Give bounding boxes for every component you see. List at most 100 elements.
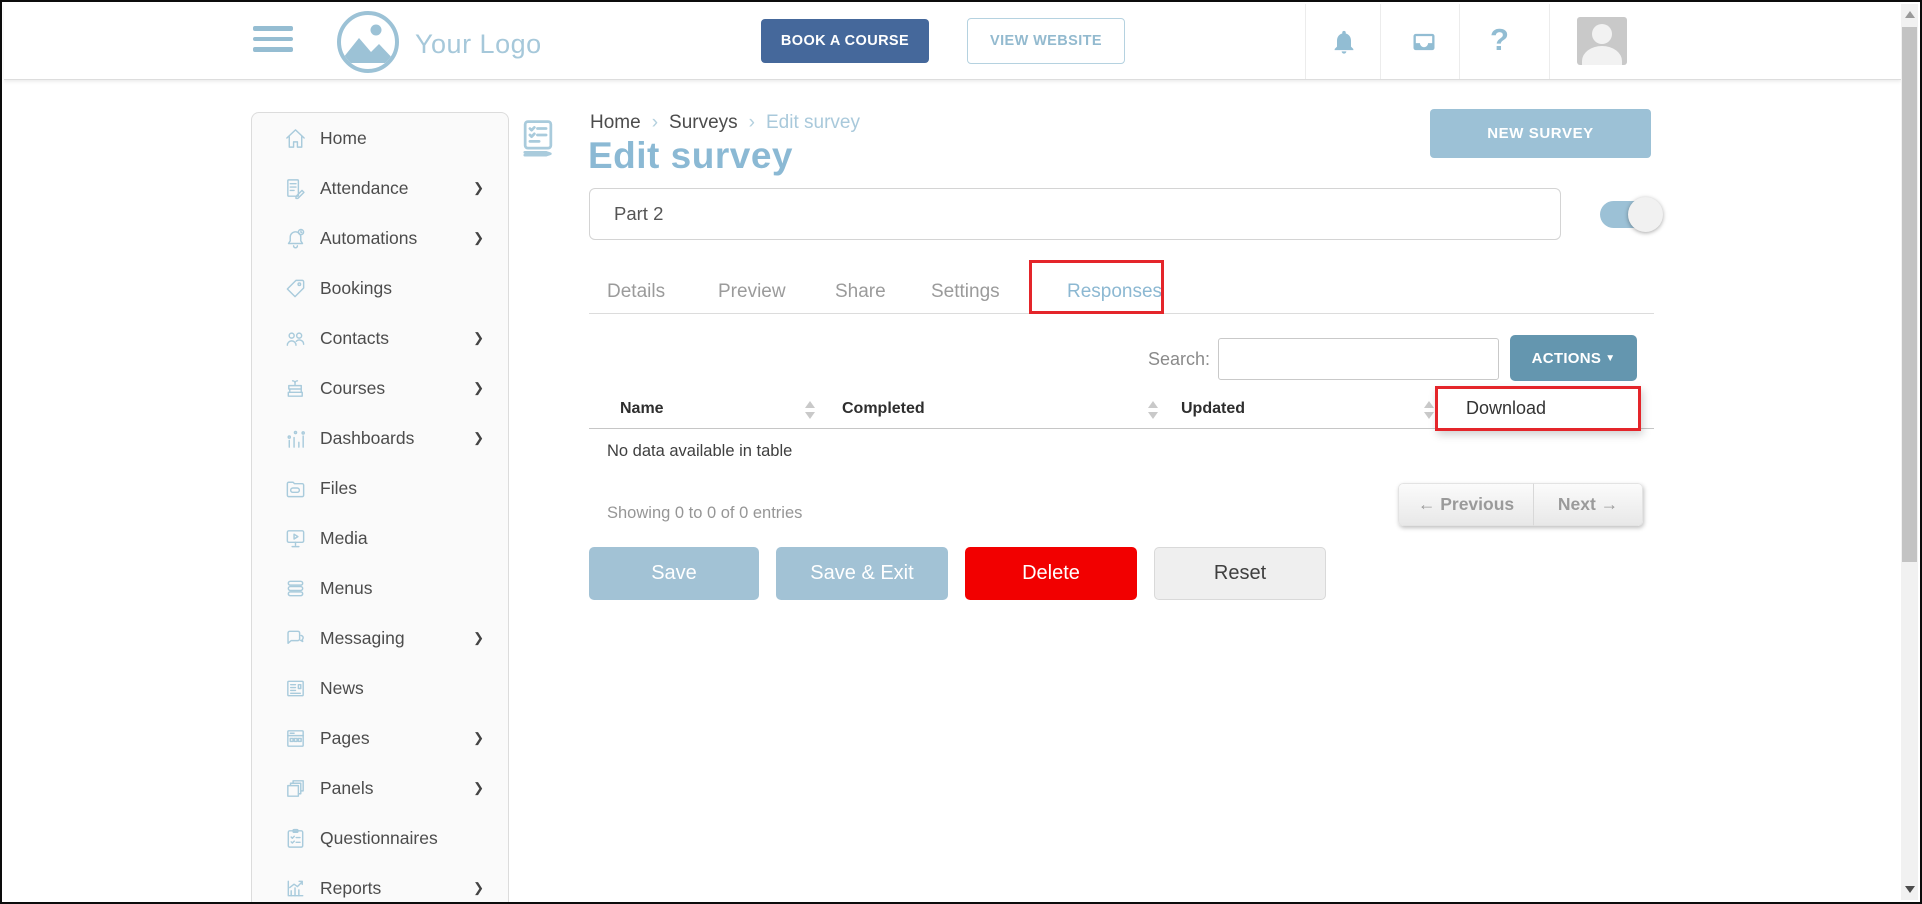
top-header: Your Logo BOOK A COURSE VIEW WEBSITE ? xyxy=(4,4,1901,80)
news-icon xyxy=(284,677,307,700)
sidebar-item-news[interactable]: News xyxy=(252,663,508,713)
breadcrumb-current: Edit survey xyxy=(766,112,860,134)
sidebar-nav: Home Attendance ❯ Automations ❯ Bookings… xyxy=(251,112,509,904)
contacts-icon xyxy=(284,327,307,350)
breadcrumb-separator-icon: › xyxy=(749,112,755,134)
chevron-right-icon: ❯ xyxy=(473,380,484,396)
search-input[interactable] xyxy=(1218,338,1499,380)
sidebar-item-dashboards[interactable]: Dashboards ❯ xyxy=(252,413,508,463)
questionnaires-icon xyxy=(284,827,307,850)
reset-button[interactable]: Reset xyxy=(1154,547,1326,600)
tab-settings[interactable]: Settings xyxy=(931,281,1000,303)
chevron-right-icon: ❯ xyxy=(473,230,484,246)
sidebar-item-media[interactable]: Media xyxy=(252,513,508,563)
chevron-right-icon: ❯ xyxy=(473,880,484,896)
breadcrumb-home[interactable]: Home xyxy=(590,112,641,134)
attendance-icon xyxy=(284,177,307,200)
search-label: Search: xyxy=(1102,349,1210,370)
header-divider xyxy=(1459,4,1460,79)
breadcrumb: Home › Surveys › Edit survey xyxy=(590,112,860,134)
media-icon xyxy=(284,527,307,550)
chevron-right-icon: ❯ xyxy=(473,330,484,346)
logo[interactable]: Your Logo xyxy=(335,9,542,80)
breadcrumb-surveys[interactable]: Surveys xyxy=(669,112,738,134)
avatar-head xyxy=(1592,24,1612,44)
logo-image-icon xyxy=(335,9,401,80)
notifications-bell-icon[interactable] xyxy=(1330,28,1358,56)
user-avatar[interactable] xyxy=(1577,17,1627,65)
survey-name-input[interactable] xyxy=(589,188,1561,240)
sort-icon[interactable] xyxy=(805,399,815,421)
column-header-name[interactable]: Name xyxy=(620,400,664,418)
column-header-updated[interactable]: Updated xyxy=(1181,400,1245,418)
column-header-completed[interactable]: Completed xyxy=(842,400,925,418)
home-icon xyxy=(284,127,307,150)
view-website-button[interactable]: VIEW WEBSITE xyxy=(967,18,1125,64)
sidebar-item-questionnaires[interactable]: Questionnaires xyxy=(252,813,508,863)
save-button[interactable]: Save xyxy=(589,547,759,600)
sidebar-item-reports[interactable]: Reports ❯ xyxy=(252,863,508,904)
header-divider xyxy=(1380,4,1381,79)
bookings-icon xyxy=(284,277,307,300)
inbox-tray-icon[interactable] xyxy=(1410,28,1438,56)
courses-icon xyxy=(284,377,307,400)
sidebar-item-home[interactable]: Home xyxy=(252,113,508,163)
logo-text: Your Logo xyxy=(415,29,542,60)
panels-icon xyxy=(284,777,307,800)
automations-icon xyxy=(284,227,307,250)
sidebar-item-attendance[interactable]: Attendance ❯ xyxy=(252,163,508,213)
scroll-up-icon[interactable] xyxy=(1905,11,1915,18)
breadcrumb-separator-icon: › xyxy=(652,112,658,134)
chevron-right-icon: ❯ xyxy=(473,180,484,196)
sidebar-item-bookings[interactable]: Bookings xyxy=(252,263,508,313)
menus-icon xyxy=(284,577,307,600)
new-survey-button[interactable]: NEW SURVEY xyxy=(1430,109,1651,158)
sidebar-item-messaging[interactable]: Messaging ❯ xyxy=(252,613,508,663)
toggle-knob xyxy=(1628,197,1663,232)
vertical-scrollbar[interactable] xyxy=(1901,4,1918,900)
help-icon[interactable]: ? xyxy=(1490,22,1509,58)
chevron-right-icon: ❯ xyxy=(473,430,484,446)
sort-icon[interactable] xyxy=(1424,399,1434,421)
hamburger-menu-icon[interactable] xyxy=(253,26,293,58)
tab-preview[interactable]: Preview xyxy=(718,281,786,303)
publish-toggle[interactable] xyxy=(1600,201,1660,228)
dashboards-icon xyxy=(284,427,307,450)
survey-form-icon[interactable] xyxy=(516,117,560,166)
header-divider xyxy=(1549,4,1550,79)
previous-page-button[interactable]: ← Previous xyxy=(1398,483,1533,526)
sort-icon[interactable] xyxy=(1148,399,1158,421)
chevron-right-icon: ❯ xyxy=(473,630,484,646)
next-page-button[interactable]: Next → xyxy=(1533,483,1643,526)
app-window: Your Logo BOOK A COURSE VIEW WEBSITE ? H… xyxy=(0,0,1922,904)
sidebar-item-contacts[interactable]: Contacts ❯ xyxy=(252,313,508,363)
sidebar-item-automations[interactable]: Automations ❯ xyxy=(252,213,508,263)
sidebar-item-panels[interactable]: Panels ❯ xyxy=(252,763,508,813)
pagination: ← Previous Next → xyxy=(1398,483,1643,526)
tab-details[interactable]: Details xyxy=(607,281,665,303)
chevron-right-icon: ❯ xyxy=(473,780,484,796)
files-icon xyxy=(284,477,307,500)
actions-button[interactable]: ACTIONS▼ xyxy=(1510,335,1637,381)
sidebar-item-files[interactable]: Files xyxy=(252,463,508,513)
avatar-body xyxy=(1582,46,1622,65)
save-exit-button[interactable]: Save & Exit xyxy=(776,547,948,600)
sidebar-item-courses[interactable]: Courses ❯ xyxy=(252,363,508,413)
scrollbar-thumb[interactable] xyxy=(1902,27,1917,562)
download-menu-item[interactable]: Download xyxy=(1435,386,1641,431)
sidebar-item-menus[interactable]: Menus xyxy=(252,563,508,613)
book-a-course-button[interactable]: BOOK A COURSE xyxy=(761,19,929,63)
table-showing-entries: Showing 0 to 0 of 0 entries xyxy=(607,504,802,523)
header-divider xyxy=(1305,4,1306,79)
pages-icon xyxy=(284,727,307,750)
reports-icon xyxy=(284,877,307,900)
table-empty-message: No data available in table xyxy=(607,442,792,461)
delete-button[interactable]: Delete xyxy=(965,547,1137,600)
scroll-down-icon[interactable] xyxy=(1905,886,1915,893)
caret-down-icon: ▼ xyxy=(1605,353,1615,364)
chevron-right-icon: ❯ xyxy=(473,730,484,746)
tab-share[interactable]: Share xyxy=(835,281,886,303)
responses-tab-highlight-box xyxy=(1029,260,1164,314)
sidebar-item-pages[interactable]: Pages ❯ xyxy=(252,713,508,763)
page-title: Edit survey xyxy=(588,135,793,177)
